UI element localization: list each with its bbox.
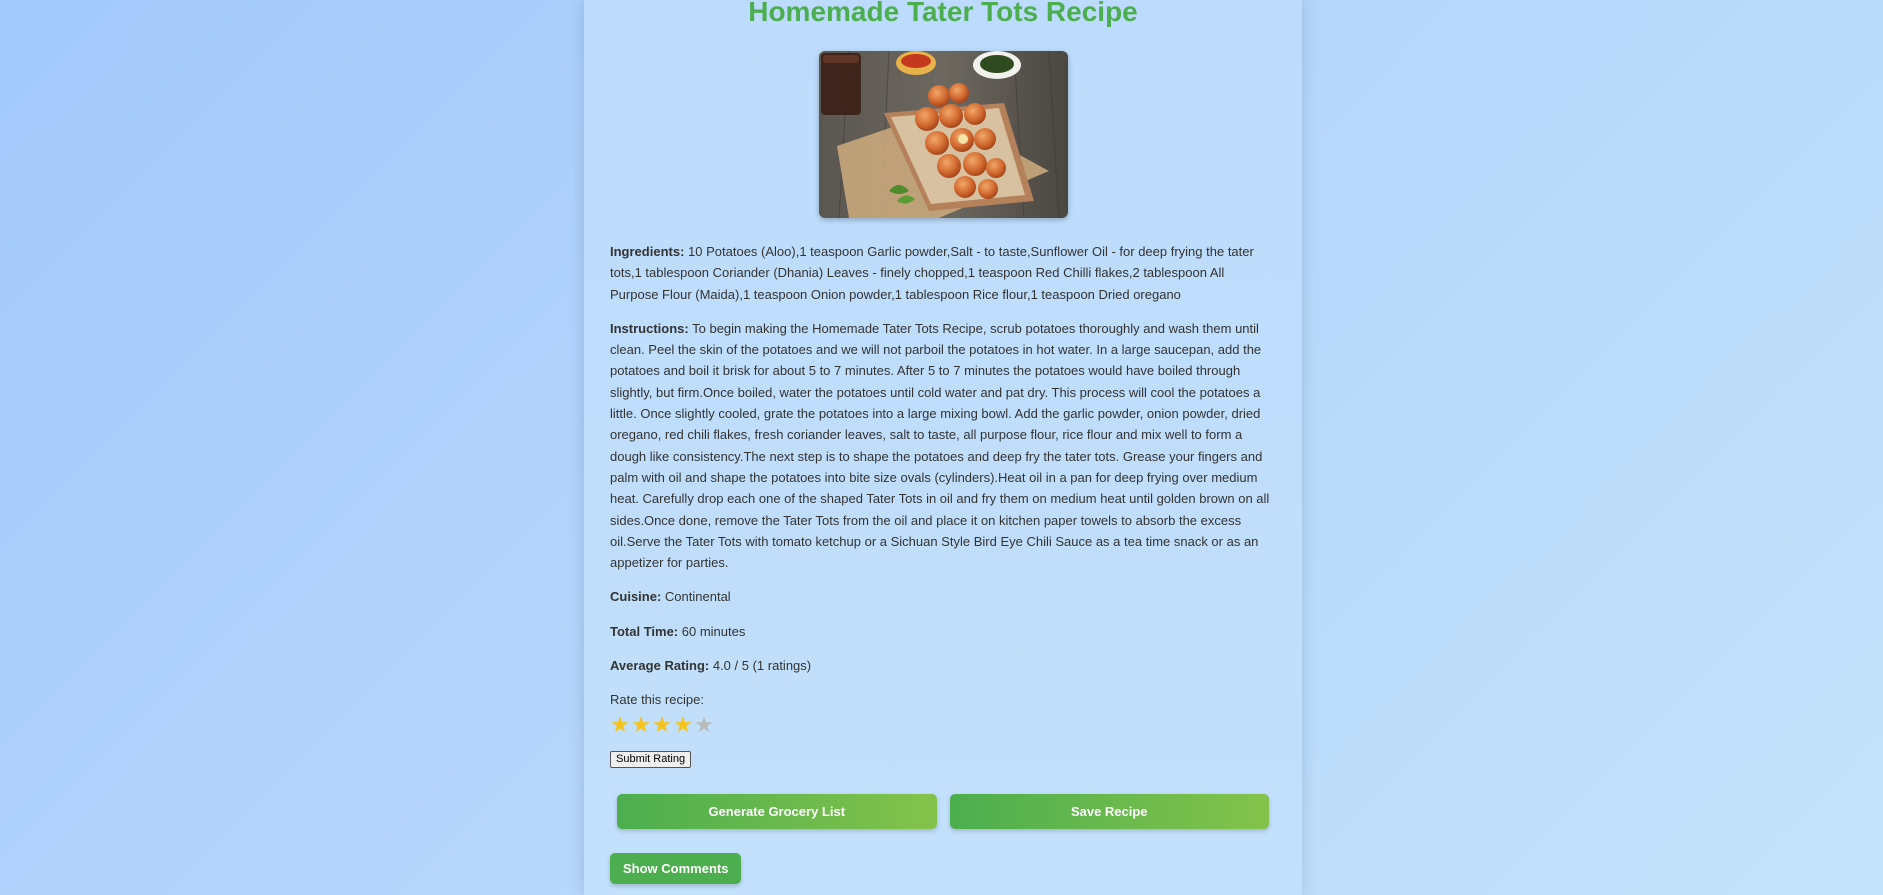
star-icon-1[interactable]: ★: [610, 713, 630, 737]
generate-grocery-list-button[interactable]: Generate Grocery List: [617, 794, 937, 830]
average-rating-value: 4.0 / 5 (1 ratings): [712, 658, 812, 674]
action-buttons: Generate Grocery List Save Recipe: [610, 794, 1276, 830]
instructions-text: Instructions: To begin making the Homema…: [610, 318, 1276, 574]
save-recipe-button[interactable]: Save Recipe: [949, 794, 1269, 830]
instructions-label: Instructions:: [610, 320, 689, 336]
ingredients-value: 10 Potatoes (Aloo),1 teaspoon Garlic pow…: [610, 244, 1254, 302]
cuisine-value: Continental: [664, 589, 731, 605]
total-time-text: Total Time: 60 minutes: [610, 621, 1276, 642]
star-icon-2[interactable]: ★: [631, 713, 651, 737]
average-rating-text: Average Rating: 4.0 / 5 (1 ratings): [610, 655, 1276, 676]
rate-prompt: Rate this recipe:: [610, 692, 704, 708]
ingredients-label: Ingredients:: [610, 244, 685, 259]
recipe-image: [818, 51, 1068, 218]
page-title: Homemade Tater Tots Recipe: [748, 0, 1138, 27]
star-icon-5[interactable]: ★: [694, 713, 714, 737]
ingredients-text: Ingredients: 10 Potatoes (Aloo),1 teaspo…: [610, 241, 1276, 305]
star-rating-input[interactable]: ★ ★ ★ ★ ★: [610, 713, 1276, 737]
average-rating-label: Average Rating:: [610, 658, 710, 674]
total-time-value: 60 minutes: [681, 623, 746, 639]
star-icon-3[interactable]: ★: [652, 713, 672, 737]
show-comments-button[interactable]: Show Comments: [610, 853, 742, 885]
cuisine-label: Cuisine:: [610, 589, 662, 605]
recipe-card: Homemade Tater Tots Recipe Ingredients: …: [584, 0, 1302, 895]
star-icon-4[interactable]: ★: [673, 713, 693, 737]
submit-rating-button[interactable]: Submit Rating: [610, 751, 692, 769]
cuisine-text: Cuisine: Continental: [610, 586, 1276, 607]
total-time-label: Total Time:: [610, 623, 679, 639]
instructions-value: To begin making the Homemade Tater Tots …: [610, 320, 1270, 571]
